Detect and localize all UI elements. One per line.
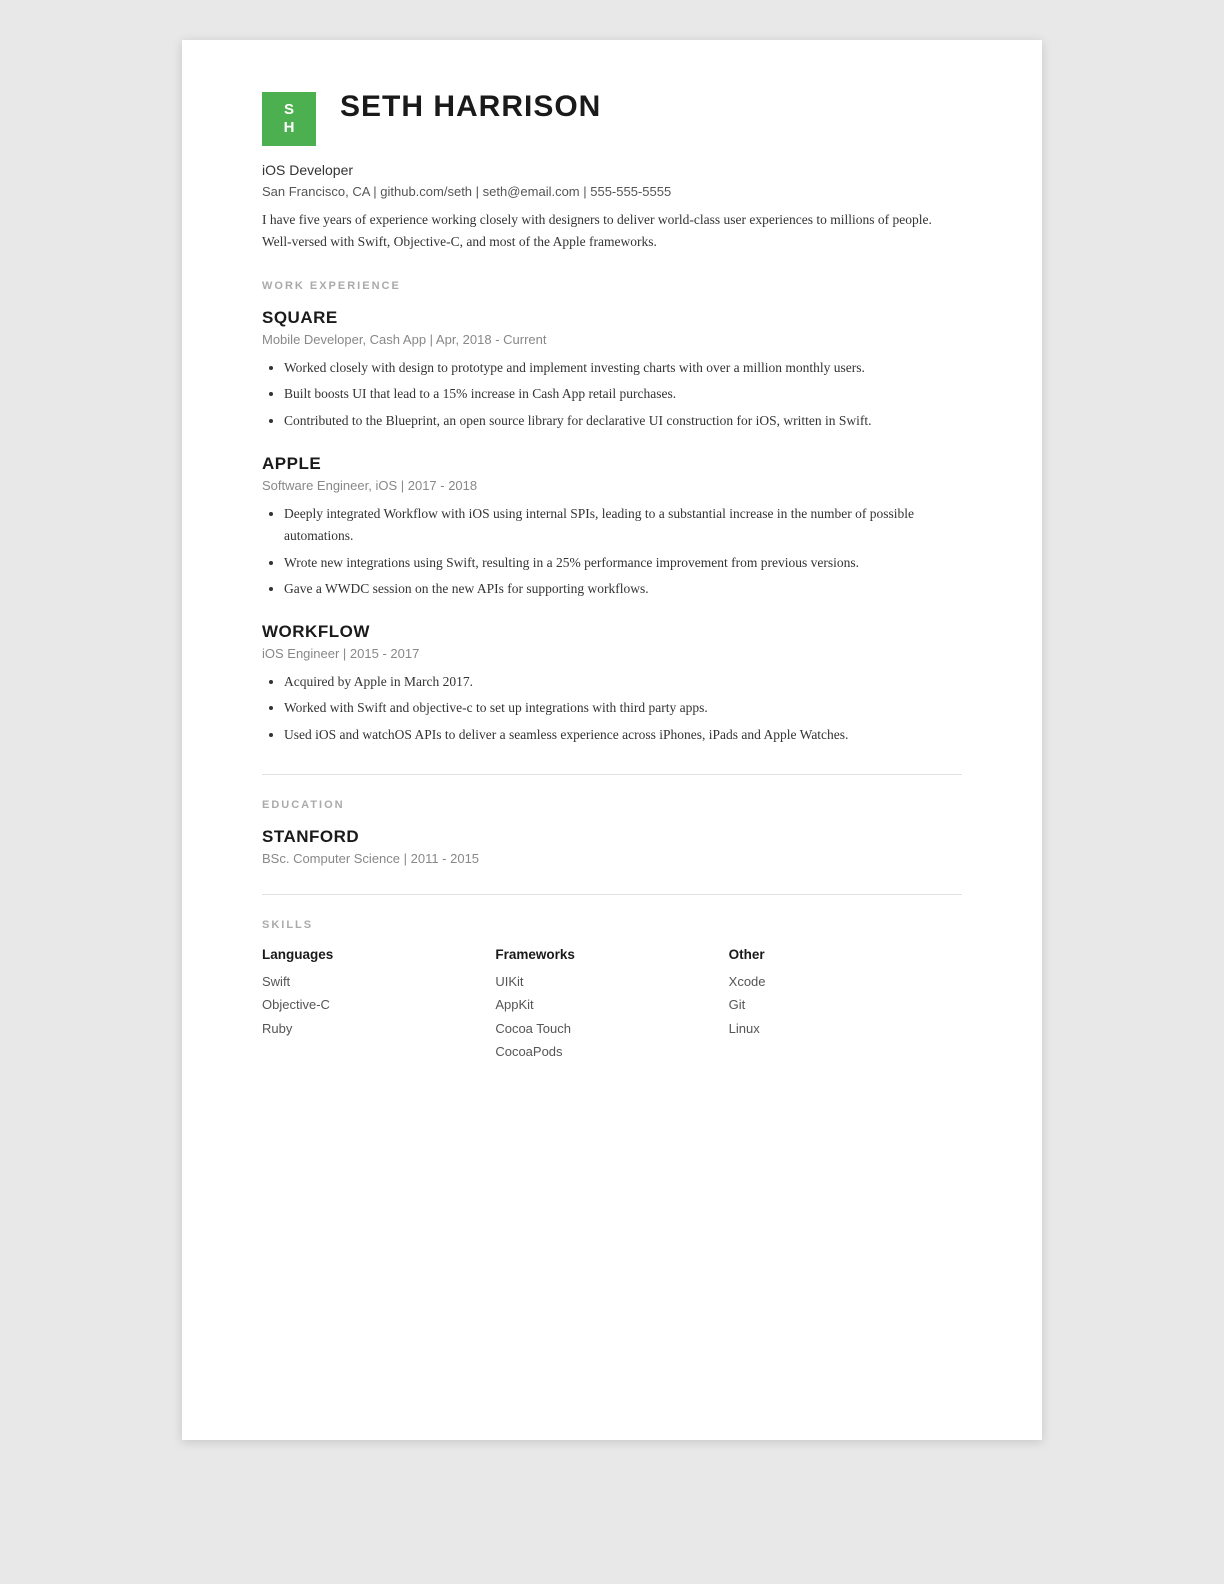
lang-swift: Swift xyxy=(262,970,495,993)
skills-divider xyxy=(262,894,962,895)
avatar: S H xyxy=(262,92,316,146)
education-label: EDUCATION xyxy=(262,799,962,811)
skills-label: SKILLS xyxy=(262,919,962,931)
lang-ruby: Ruby xyxy=(262,1017,495,1040)
name-block: SETH HARRISON xyxy=(340,90,601,124)
fw-uikit: UIKit xyxy=(495,970,728,993)
job-workflow: WORKFLOW iOS Engineer | 2015 - 2017 Acqu… xyxy=(262,622,962,746)
job-meta-workflow: iOS Engineer | 2015 - 2017 xyxy=(262,646,962,661)
school-meta: BSc. Computer Science | 2011 - 2015 xyxy=(262,851,962,866)
fw-cocoapods: CocoaPods xyxy=(495,1040,728,1063)
other-header: Other xyxy=(729,947,962,962)
avatar-line1: S xyxy=(284,101,294,119)
education-divider xyxy=(262,774,962,775)
bullets-square: Worked closely with design to prototype … xyxy=(262,357,962,432)
other-xcode: Xcode xyxy=(729,970,962,993)
job-square: SQUARE Mobile Developer, Cash App | Apr,… xyxy=(262,308,962,432)
resume-page: S H SETH HARRISON iOS Developer San Fran… xyxy=(182,40,1042,1440)
bullet-workflow-2: Worked with Swift and objective-c to set… xyxy=(284,697,962,719)
education-stanford: STANFORD BSc. Computer Science | 2011 - … xyxy=(262,827,962,866)
bullet-apple-3: Gave a WWDC session on the new APIs for … xyxy=(284,578,962,600)
bullet-apple-1: Deeply integrated Workflow with iOS usin… xyxy=(284,503,962,548)
bullet-workflow-1: Acquired by Apple in March 2017. xyxy=(284,671,962,693)
lang-objc: Objective-C xyxy=(262,993,495,1016)
skills-grid: Languages Swift Objective-C Ruby Framewo… xyxy=(262,947,962,1064)
bullet-square-1: Worked closely with design to prototype … xyxy=(284,357,962,379)
frameworks-header: Frameworks xyxy=(495,947,728,962)
full-name: SETH HARRISON xyxy=(340,90,601,124)
skills-frameworks-col: Frameworks UIKit AppKit Cocoa Touch Coco… xyxy=(495,947,728,1064)
company-square: SQUARE xyxy=(262,308,962,328)
bullet-workflow-3: Used iOS and watchOS APIs to deliver a s… xyxy=(284,724,962,746)
fw-appkit: AppKit xyxy=(495,993,728,1016)
avatar-line2: H xyxy=(284,119,295,137)
work-experience-label: WORK EXPERIENCE xyxy=(262,280,962,292)
bullet-apple-2: Wrote new integrations using Swift, resu… xyxy=(284,552,962,574)
bullets-apple: Deeply integrated Workflow with iOS usin… xyxy=(262,503,962,600)
job-apple: APPLE Software Engineer, iOS | 2017 - 20… xyxy=(262,454,962,600)
bullet-square-2: Built boosts UI that lead to a 15% incre… xyxy=(284,383,962,405)
job-meta-square: Mobile Developer, Cash App | Apr, 2018 -… xyxy=(262,332,962,347)
skills-other-col: Other Xcode Git Linux xyxy=(729,947,962,1064)
other-git: Git xyxy=(729,993,962,1016)
languages-header: Languages xyxy=(262,947,495,962)
contact-info: San Francisco, CA | github.com/seth | se… xyxy=(262,184,962,199)
company-workflow: WORKFLOW xyxy=(262,622,962,642)
job-title: iOS Developer xyxy=(262,162,962,178)
company-apple: APPLE xyxy=(262,454,962,474)
job-meta-apple: Software Engineer, iOS | 2017 - 2018 xyxy=(262,478,962,493)
summary-text: I have five years of experience working … xyxy=(262,209,962,252)
bullet-square-3: Contributed to the Blueprint, an open so… xyxy=(284,410,962,432)
fw-cocoatouch: Cocoa Touch xyxy=(495,1017,728,1040)
bullets-workflow: Acquired by Apple in March 2017. Worked … xyxy=(262,671,962,746)
school-name: STANFORD xyxy=(262,827,962,847)
header-section: S H SETH HARRISON xyxy=(262,90,962,146)
other-linux: Linux xyxy=(729,1017,962,1040)
skills-languages-col: Languages Swift Objective-C Ruby xyxy=(262,947,495,1064)
